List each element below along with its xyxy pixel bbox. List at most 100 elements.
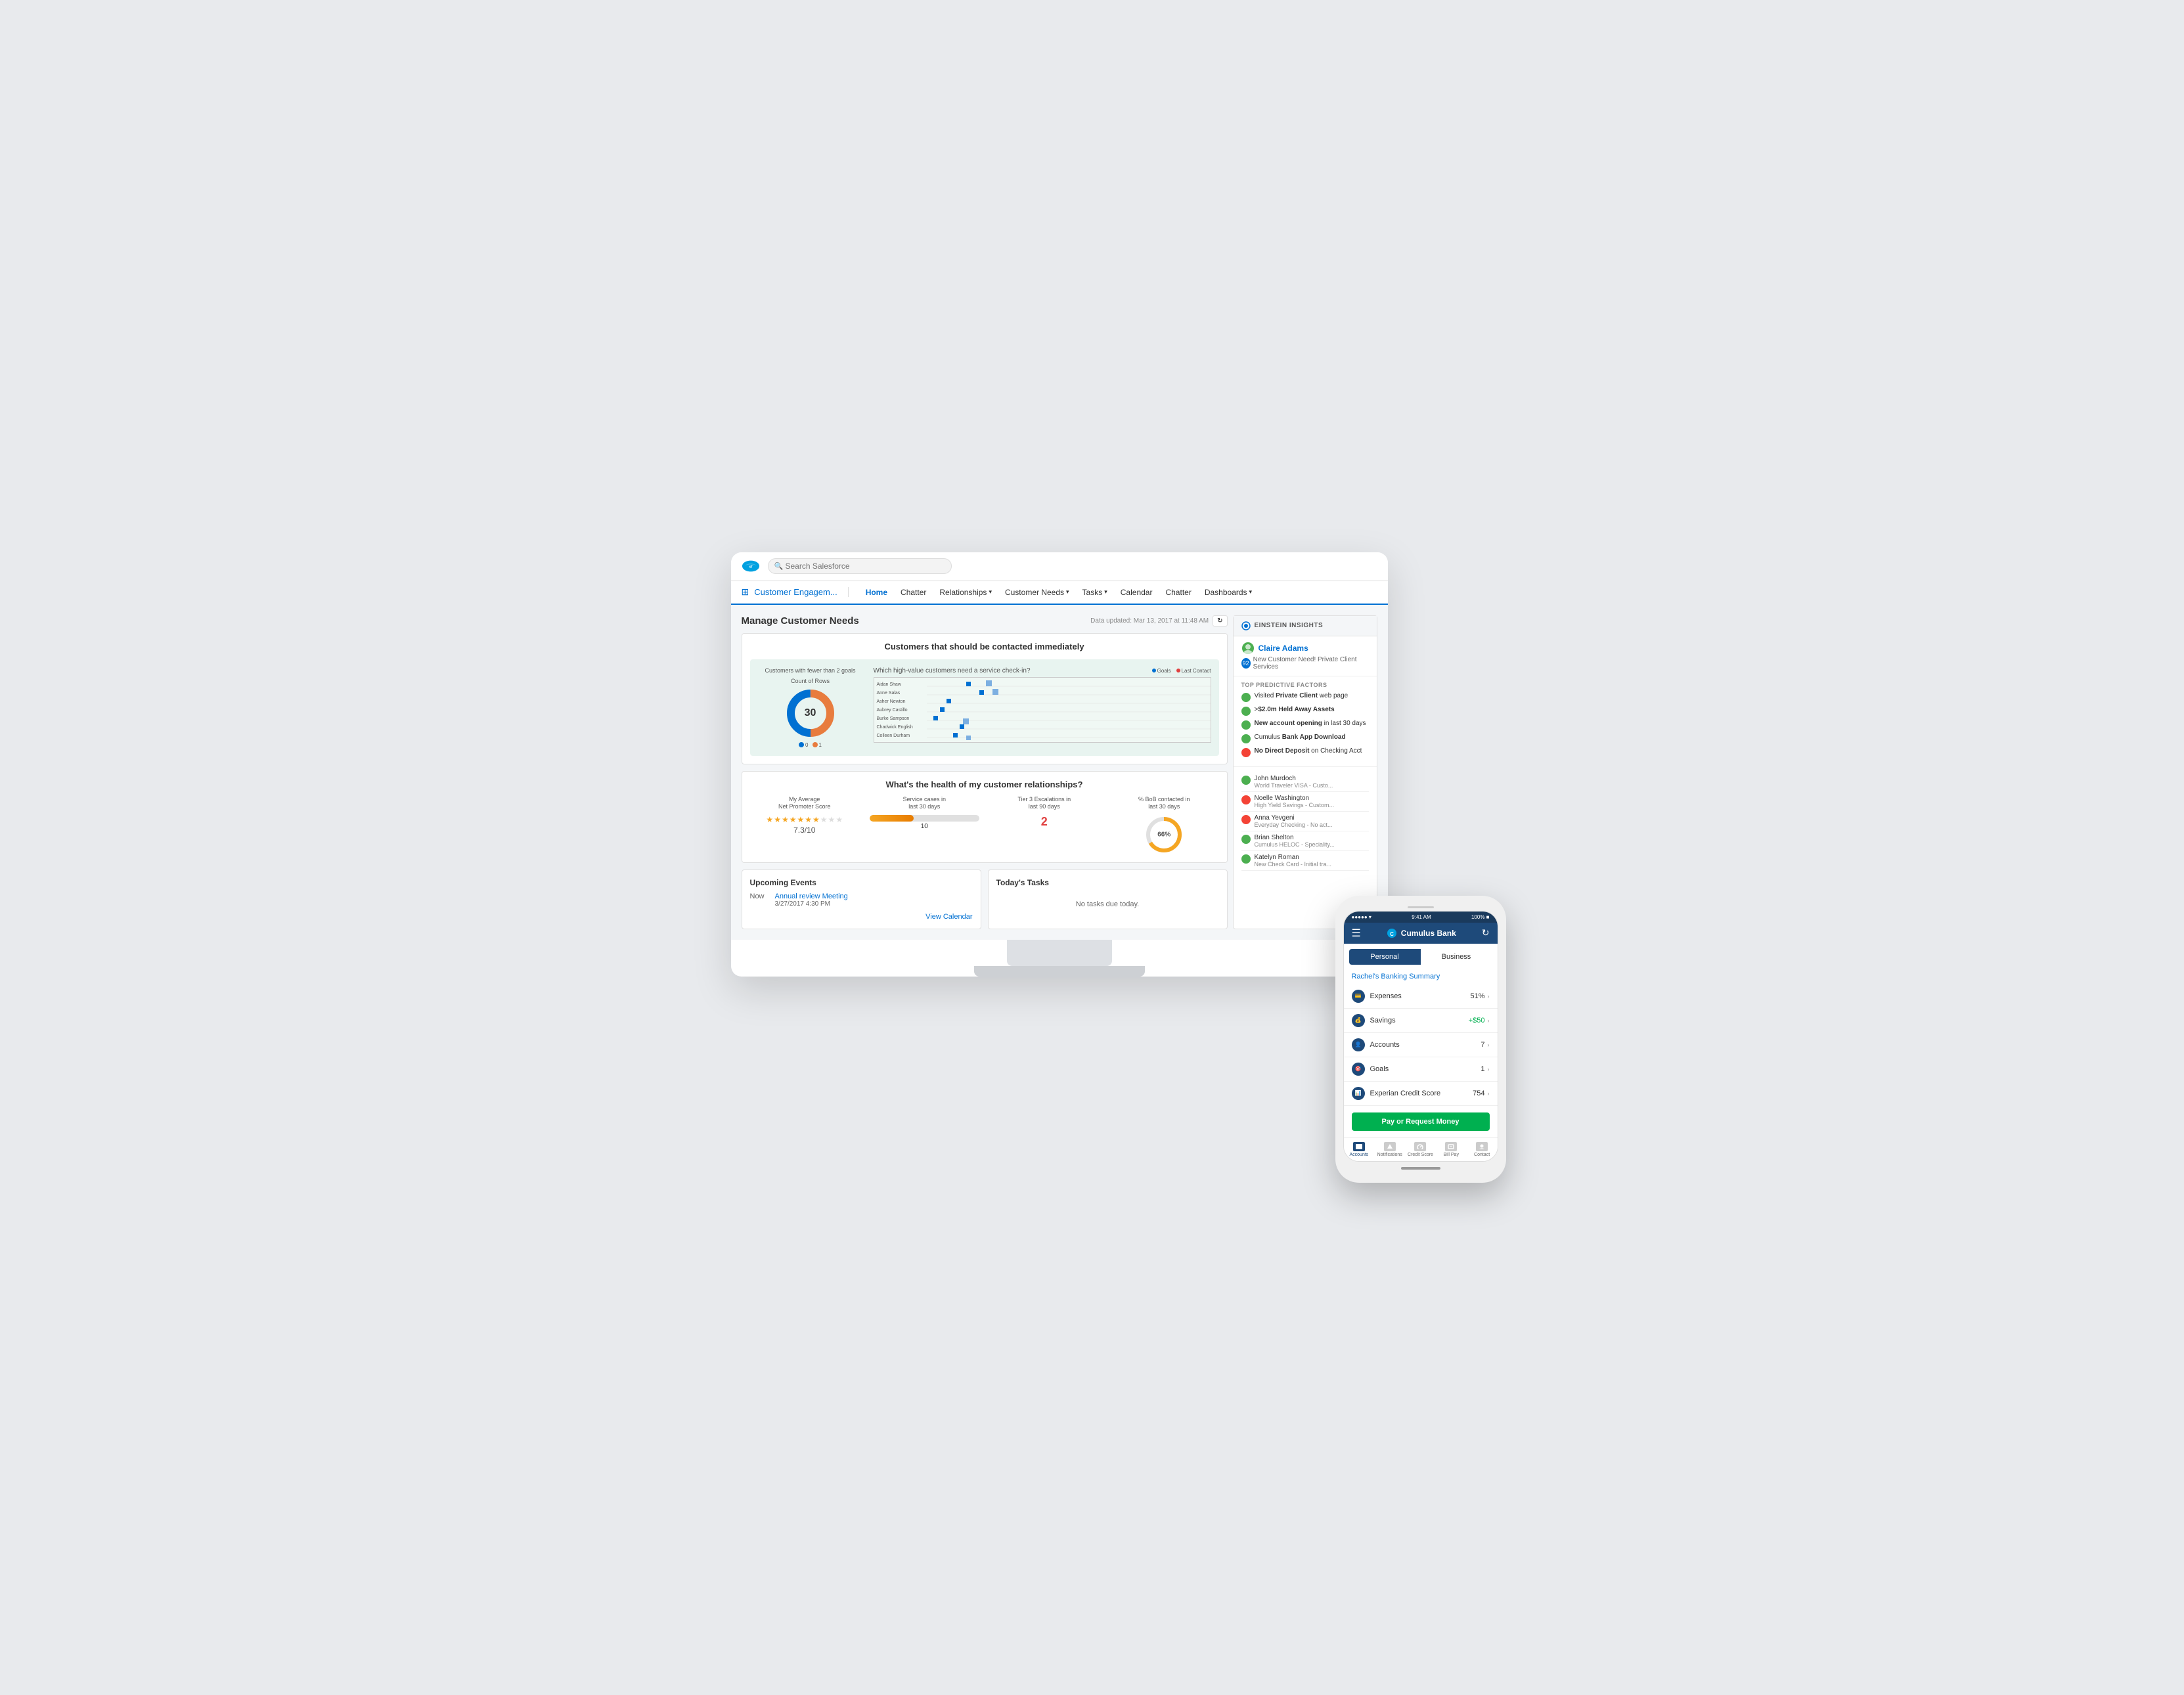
svg-text:sf: sf (749, 565, 752, 569)
donut-label: Customers with fewer than 2 goals (765, 667, 855, 674)
nav-tasks[interactable]: Tasks ▾ (1076, 581, 1114, 605)
scatter-dots-svg (927, 678, 1211, 742)
events-section: Upcoming Events Now Annual review Meetin… (742, 870, 981, 929)
factor-icon-green (1241, 693, 1251, 702)
data-updated: Data updated: Mar 13, 2017 at 11:48 AM (1090, 617, 1209, 625)
metric-bob-label: % BoB contacted inlast 30 days (1109, 796, 1219, 811)
credit-nav-icon (1414, 1142, 1426, 1151)
star-5: ★ (797, 815, 804, 824)
pay-button[interactable]: Pay or Request Money (1352, 1112, 1490, 1131)
nav-relationships[interactable]: Relationships ▾ (933, 581, 998, 605)
main-content: Manage Customer Needs Data updated: Mar … (731, 605, 1388, 940)
savings-value: +$50 (1469, 1017, 1485, 1024)
banking-row-expenses[interactable]: 💳 Expenses 51% › (1344, 984, 1498, 1009)
notifications-nav-icon (1384, 1142, 1396, 1151)
legend-dot-goals (1152, 669, 1156, 672)
nav-dashboards[interactable]: Dashboards ▾ (1198, 581, 1259, 605)
main-panel: Manage Customer Needs Data updated: Mar … (742, 615, 1228, 929)
star-8: ★ (820, 815, 828, 824)
einstein-person-name[interactable]: Claire Adams (1259, 644, 1308, 653)
person-katelyn: Katelyn Roman New Check Card - Initial t… (1241, 851, 1369, 871)
person-icon-anna (1241, 815, 1251, 824)
star-4: ★ (790, 815, 797, 824)
phone-speaker (1343, 904, 1498, 911)
nav-notifications[interactable]: Notifications (1374, 1142, 1405, 1157)
personal-toggle[interactable]: Personal (1349, 949, 1421, 965)
search-icon: 🔍 (774, 562, 784, 571)
banking-summary-title: Rachel's Banking Summary (1344, 970, 1498, 984)
credit-value: 754 (1473, 1090, 1484, 1097)
refresh-icon[interactable]: ↻ (1482, 927, 1490, 938)
event-row: Now Annual review Meeting 3/27/2017 4:30… (750, 892, 973, 908)
donut-chart: Customers with fewer than 2 goals Count … (758, 667, 863, 748)
accounts-icon: 👤 (1352, 1038, 1365, 1051)
person-icon-brian (1241, 835, 1251, 844)
star-9: ★ (828, 815, 836, 824)
banking-row-accounts[interactable]: 👤 Accounts 7 › (1344, 1033, 1498, 1057)
search-input[interactable] (768, 558, 952, 574)
tasks-section: Today's Tasks No tasks due today. (988, 870, 1228, 929)
progress-fill (870, 815, 914, 822)
banking-row-savings[interactable]: 💰 Savings +$50 › (1344, 1009, 1498, 1033)
star-1: ★ (766, 815, 773, 824)
einstein-icon (1241, 621, 1251, 630)
navigation-bar: ⊞ Customer Engagem... Home Chatter Relat… (731, 581, 1388, 605)
nav-calendar[interactable]: Calendar (1114, 581, 1159, 605)
metric-nps: My AverageNet Promoter Score ★ ★ ★ ★ ★ ★ (750, 796, 860, 835)
predictive-section: TOP PREDICTIVE FACTORS Visited Private C… (1234, 676, 1377, 766)
nav-credit-score[interactable]: Credit Score (1405, 1142, 1436, 1157)
nav-home[interactable]: Home (859, 581, 894, 605)
star-2: ★ (774, 815, 781, 824)
metric-nps-label: My AverageNet Promoter Score (750, 796, 860, 811)
legend-dot-contact (1176, 669, 1180, 672)
banking-row-credit[interactable]: 📊 Experian Credit Score 754 › (1344, 1082, 1498, 1106)
stars-row: ★ ★ ★ ★ ★ ★ ★ ★ ★ ★ (750, 815, 860, 824)
einstein-header: EINSTEIN INSIGHTS (1234, 616, 1377, 636)
arrow-icon4: › (1488, 1066, 1490, 1072)
credit-label: Experian Credit Score (1370, 1090, 1473, 1097)
scatter-title: Which high-value customers need a servic… (874, 667, 1031, 674)
metric-cases-label: Service cases inlast 30 days (870, 796, 979, 811)
person-icon-katelyn (1241, 854, 1251, 864)
nav-customer-needs[interactable]: Customer Needs ▾ (998, 581, 1076, 605)
einstein-person-sub: 92 New Customer Need! Private Client Ser… (1241, 656, 1369, 671)
circle-value: 66% (1157, 831, 1170, 838)
phone-bottom-nav: Accounts Notifications Credit Score (1344, 1137, 1498, 1161)
phone-home-indicator (1343, 1162, 1498, 1175)
scatter-legend: Goals Last Contact (1152, 667, 1211, 674)
event-name[interactable]: Annual review Meeting (775, 892, 848, 900)
bottom-row: Upcoming Events Now Annual review Meetin… (742, 870, 1228, 929)
metric-service-cases: Service cases inlast 30 days 10 (870, 796, 979, 830)
nav-chatter2[interactable]: Chatter (1159, 581, 1197, 605)
star-6: ★ (805, 815, 812, 824)
refresh-button[interactable]: ↻ (1213, 615, 1227, 627)
savings-label: Savings (1370, 1017, 1469, 1024)
expenses-label: Expenses (1370, 992, 1471, 1000)
phone-time: 9:41 AM (1412, 914, 1431, 920)
arrow-icon: › (1488, 993, 1490, 1000)
star-10: ★ (836, 815, 843, 824)
bank-logo: C (1387, 928, 1397, 938)
view-calendar-link[interactable]: View Calendar (750, 913, 973, 921)
person-noelle: Noelle Washington High Yield Savings - C… (1241, 792, 1369, 812)
nav-accounts[interactable]: Accounts (1344, 1142, 1375, 1157)
nav-contact[interactable]: Contact (1467, 1142, 1498, 1157)
phone-device: ●●●●● ▾ 9:41 AM 100% ■ ☰ C Cumulus Bank … (1335, 896, 1506, 1183)
einstein-title: EINSTEIN INSIGHTS (1255, 622, 1324, 629)
einstein-badge: 92 (1241, 658, 1251, 669)
savings-icon: 💰 (1352, 1014, 1365, 1027)
factor-icon-green2 (1241, 707, 1251, 716)
nav-bill-pay[interactable]: Bill Pay (1436, 1142, 1467, 1157)
rating-value: 7.3/10 (750, 825, 860, 835)
banking-row-goals[interactable]: 🎯 Goals 1 › (1344, 1057, 1498, 1082)
business-toggle[interactable]: Business (1421, 949, 1492, 965)
health-title: What's the health of my customer relatio… (750, 780, 1219, 789)
metric-bob: % BoB contacted inlast 30 days 66% (1109, 796, 1219, 854)
grid-icon: ⊞ (742, 586, 749, 598)
scatter-chart: Which high-value customers need a servic… (874, 667, 1211, 748)
signal-status: ●●●●● ▾ (1352, 914, 1371, 920)
donut-sublabel: Count of Rows (791, 678, 830, 684)
nav-chatter[interactable]: Chatter (894, 581, 933, 605)
chevron-down-icon: ▾ (1104, 588, 1107, 596)
hamburger-icon[interactable]: ☰ (1352, 927, 1361, 940)
